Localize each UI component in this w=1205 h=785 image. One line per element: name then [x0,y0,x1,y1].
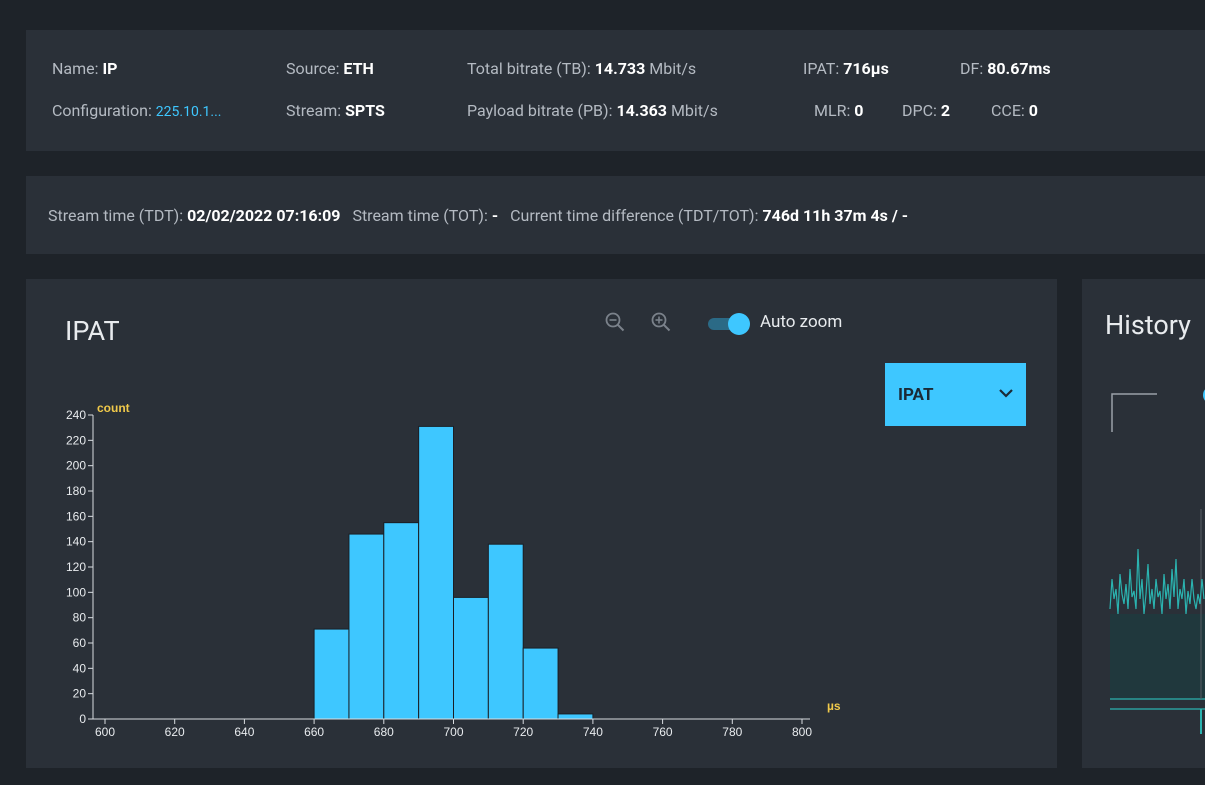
x-tick-label: 760 [653,725,673,739]
total-bitrate-value: 14.733 [594,59,646,78]
y-tick-label: 200 [66,459,86,473]
chevron-down-icon [999,389,1013,398]
stream-time-row: Stream time (TDT): 02/02/2022 07:16:09 S… [48,206,909,225]
x-tick-label: 680 [374,725,394,739]
payload-bitrate-field: Payload bitrate (PB): 14.363 Mbit/s [467,101,718,120]
stream-time-card: Stream time (TDT): 02/02/2022 07:16:09 S… [26,176,1205,254]
histogram-bar [557,713,594,720]
time-difference-value: 746d 11h 37m 4s / - [762,206,909,225]
configuration-field: Configuration: 225.10.1... [52,101,222,120]
histogram-bars [313,425,594,720]
metric-select-value: IPAT [898,385,934,405]
y-tick-label: 140 [66,535,86,549]
ipat-value: 716µs [843,59,889,78]
ipat-panel-title: IPAT [65,315,120,347]
metric-select[interactable]: IPAT [885,363,1026,426]
x-tick-label: 780 [722,725,742,739]
x-tick-label: 640 [234,725,254,739]
y-tick-label: 40 [73,661,87,675]
y-axis: 0 20 40 60 80 100 120 140 160 180 200 220 240 [66,408,94,726]
tdt-value: 02/02/2022 07:16:09 [187,206,341,225]
history-chart [1109,389,1205,734]
mlr-value: 0 [854,101,864,120]
tot-value: - [491,206,499,225]
configuration-link[interactable]: 225.10.1... [156,104,222,120]
dpc-value: 2 [940,101,951,120]
history-panel: History [1082,279,1205,768]
cce-field: CCE: 0 [991,101,1038,120]
y-tick-label: 220 [66,433,86,447]
dpc-field: DPC: 2 [902,101,951,120]
total-bitrate-field: Total bitrate (TB): 14.733 Mbit/s [467,59,697,78]
x-axis: 600 620 640 660 680 700 720 740 760 780 800 [93,718,812,739]
histogram-bar [418,425,454,720]
stream-info-card: Name: IP Source: ETH Total bitrate (TB):… [26,30,1205,151]
auto-zoom-knob [728,313,750,335]
y-tick-label: 60 [73,636,87,650]
ipat-field: IPAT: 716µs [803,59,889,78]
histogram-bar [383,522,420,720]
histogram-bar [313,628,350,720]
x-tick-label: 600 [95,725,115,739]
x-tick-label: 700 [443,725,463,739]
name-value: IP [102,59,118,78]
stream-field: Stream: SPTS [286,101,385,120]
histogram-bar [453,596,489,720]
x-tick-label: 620 [165,725,185,739]
histogram-bar [487,543,524,720]
x-tick-label: 740 [583,725,603,739]
mlr-field: MLR: 0 [814,101,864,120]
y-tick-label: 240 [66,408,86,422]
y-tick-label: 100 [66,585,86,599]
df-field: DF: 80.67ms [960,59,1051,78]
zoom-in-icon[interactable] [650,311,672,333]
info-row-2: Configuration: 225.10.1... Stream: SPTS … [26,101,1205,123]
payload-bitrate-value: 14.363 [616,101,667,120]
ipat-histogram: 0 20 40 60 80 100 120 140 160 180 200 220 240 600 620… [66,401,841,739]
y-tick-label: 180 [66,484,86,498]
auto-zoom-toggle[interactable] [706,312,752,336]
x-tick-label: 720 [513,725,533,739]
auto-zoom-label: Auto zoom [760,312,843,332]
y-axis-label: count [97,401,130,415]
name-field: Name: IP [52,59,118,78]
stream-value: SPTS [345,101,385,120]
histogram-bar [522,647,559,720]
cce-value: 0 [1028,101,1038,120]
y-tick-label: 20 [73,687,87,701]
source-value: ETH [343,59,374,78]
x-tick-label: 800 [792,725,812,739]
x-axis-label: µs [827,699,841,713]
x-tick-label: 660 [304,725,324,739]
df-value: 80.67ms [987,59,1051,78]
y-tick-label: 120 [66,560,86,574]
info-row-1: Name: IP Source: ETH Total bitrate (TB):… [26,59,1205,81]
y-tick-label: 0 [79,712,86,726]
histogram-bar [348,533,385,720]
zoom-out-icon[interactable] [604,311,626,333]
y-tick-label: 80 [73,611,87,625]
y-tick-label: 160 [66,509,86,523]
source-field: Source: ETH [286,59,374,78]
